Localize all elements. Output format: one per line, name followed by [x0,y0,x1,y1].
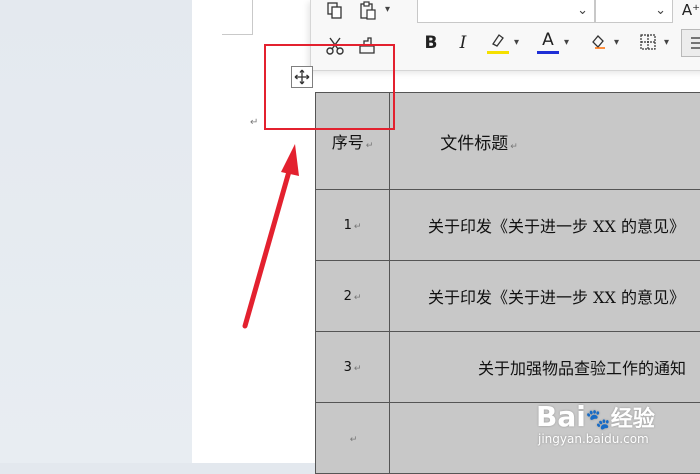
table-cell-title[interactable]: 关于加强物品查验工作的通知 [390,332,700,403]
highlight-icon[interactable] [487,30,509,50]
border-icon[interactable] [637,31,659,53]
table-row: 3↵ 关于加强物品查验工作的通知 [316,332,700,403]
table-cell-title[interactable]: 关于印发《关于进一步 XX 的意见》 [390,261,700,332]
bold-icon[interactable]: B [421,32,441,54]
chevron-down-icon: ⌄ [655,3,666,18]
baidu-watermark: Bai🐾经验 jingyan.baidu.com [536,400,696,460]
align-icon[interactable] [681,29,700,57]
table-cell-seq[interactable]: 2↵ [316,261,390,332]
copy-icon[interactable] [323,0,347,22]
watermark-logo: Bai🐾经验 [536,400,655,433]
font-color-icon[interactable]: A [537,30,559,50]
highlight-dropdown[interactable]: ▾ [514,37,519,48]
highlight-color-bar [487,51,509,54]
table-cell-seq[interactable]: 1↵ [316,190,390,261]
font-color-dropdown[interactable]: ▾ [564,37,569,48]
italic-icon[interactable]: I [453,32,473,54]
paste-icon[interactable] [355,0,381,22]
table-row: 2↵ 关于印发《关于进一步 XX 的意见》 [316,261,700,332]
workspace-background [0,0,192,463]
table-row: 1↵ 关于印发《关于进一步 XX 的意见》 [316,190,700,261]
header-cell-title[interactable]: 文件标题↵ [390,93,700,190]
page-margin-corner [222,0,253,35]
table-cell-seq[interactable]: 3↵ [316,332,390,403]
paragraph-mark: ↵ [250,118,258,128]
chevron-down-icon: ⌄ [577,3,588,18]
font-size-select[interactable]: ⌄ [595,0,673,23]
font-color-bar [537,51,559,54]
clear-format-icon[interactable] [587,30,609,52]
font-name-select[interactable]: ⌄ [417,0,595,23]
table-cell-title[interactable]: 关于印发《关于进一步 XX 的意见》 [390,190,700,261]
border-dropdown[interactable]: ▾ [664,37,669,48]
watermark-url: jingyan.baidu.com [538,432,649,446]
paste-options-dropdown[interactable]: ▾ [385,4,390,15]
grow-font-icon[interactable]: A⁺ [679,0,700,20]
annotation-highlight-box [264,44,395,130]
clear-format-dropdown[interactable]: ▾ [614,37,619,48]
